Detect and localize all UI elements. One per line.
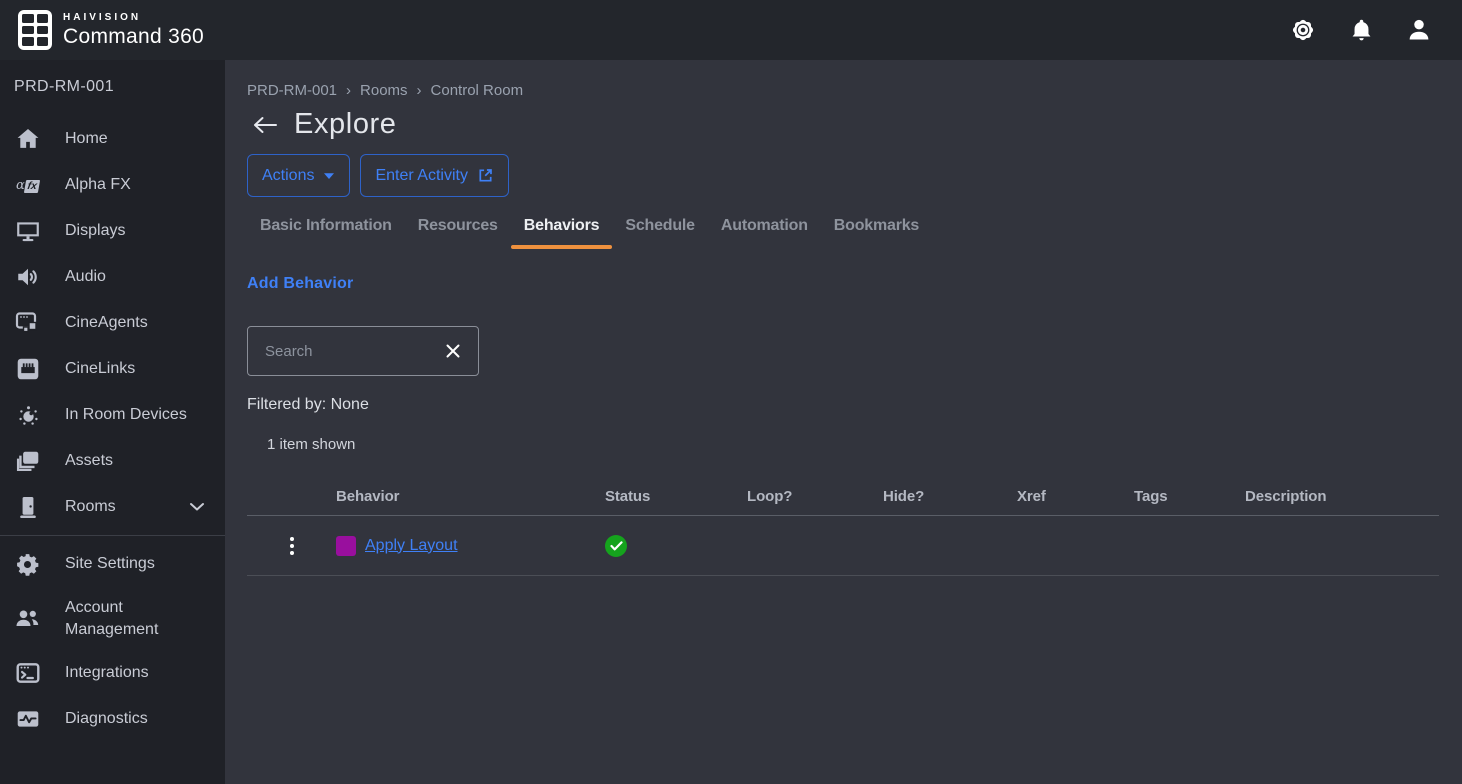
tab-resources[interactable]: Resources — [405, 209, 511, 249]
external-link-icon — [477, 167, 494, 184]
tab-bar: Basic Information Resources Behaviors Sc… — [247, 209, 1439, 249]
table-header-row: Behavior Status Loop? Hide? Xref Tags De… — [247, 478, 1439, 516]
back-arrow-icon — [252, 115, 278, 135]
behavior-color-swatch — [336, 536, 356, 556]
notifications-button[interactable] — [1346, 15, 1376, 45]
enter-activity-button[interactable]: Enter Activity — [360, 154, 508, 197]
back-button[interactable] — [250, 113, 280, 137]
cineagents-icon — [14, 310, 41, 336]
tab-schedule[interactable]: Schedule — [612, 209, 708, 249]
chevron-down-icon — [189, 502, 211, 512]
column-header-status: Status — [605, 488, 747, 505]
filtered-by-text: Filtered by: None — [247, 396, 1439, 414]
status-enabled-check-icon — [605, 535, 627, 557]
gear-icon — [1288, 15, 1318, 45]
alpha-fx-icon: αfx — [14, 178, 41, 193]
tab-basic-information[interactable]: Basic Information — [247, 209, 405, 249]
sidebar-item-alpha-fx[interactable]: αfx Alpha FX — [0, 162, 225, 208]
sidebar-item-account-management[interactable]: Account Management — [0, 587, 225, 650]
sidebar-item-home[interactable]: Home — [0, 116, 225, 162]
haivision-grid-icon — [18, 10, 52, 50]
breadcrumb-item-control-room[interactable]: Control Room — [431, 82, 524, 99]
caret-down-icon — [323, 172, 335, 180]
brand-logo[interactable]: HAIVISION Command 360 — [18, 10, 204, 50]
breadcrumb-item-rooms[interactable]: Rooms — [360, 82, 408, 99]
in-room-devices-icon — [14, 402, 41, 428]
sidebar-item-cineagents[interactable]: CineAgents — [0, 300, 225, 346]
sidebar-item-assets[interactable]: Assets — [0, 438, 225, 484]
home-icon — [14, 126, 41, 152]
sidebar-room-title: PRD-RM-001 — [0, 70, 225, 116]
bell-icon — [1348, 17, 1375, 44]
search-box — [247, 326, 479, 376]
table-row: Apply Layout — [247, 516, 1439, 576]
tab-behaviors[interactable]: Behaviors — [511, 209, 613, 249]
column-header-xref: Xref — [1017, 488, 1134, 505]
breadcrumb: PRD-RM-001 › Rooms › Control Room — [247, 82, 1439, 99]
assets-stack-icon — [14, 448, 41, 474]
sidebar-item-in-room-devices[interactable]: In Room Devices — [0, 392, 225, 438]
gear-icon — [14, 552, 41, 577]
items-shown-count: 1 item shown — [267, 436, 1439, 453]
sidebar-divider — [0, 535, 225, 536]
sidebar-item-displays[interactable]: Displays — [0, 208, 225, 254]
sidebar-item-cinelinks[interactable]: CineLinks — [0, 346, 225, 392]
breadcrumb-separator: › — [417, 82, 422, 99]
main-content: PRD-RM-001 › Rooms › Control Room Explor… — [225, 60, 1462, 784]
person-icon — [1405, 16, 1433, 44]
sidebar-item-site-settings[interactable]: Site Settings — [0, 541, 225, 587]
sidebar-item-diagnostics[interactable]: Diagnostics — [0, 696, 225, 742]
clear-search-button[interactable] — [443, 341, 463, 361]
pulse-chart-icon — [14, 706, 41, 732]
brand-haivision-label: HAIVISION — [63, 12, 204, 23]
actions-button[interactable]: Actions — [247, 154, 350, 197]
search-input[interactable] — [263, 342, 435, 361]
page-title: Explore — [294, 108, 397, 141]
cinelinks-port-icon — [14, 356, 41, 382]
close-icon — [445, 343, 461, 359]
door-icon — [14, 494, 41, 520]
column-header-description: Description — [1245, 488, 1439, 505]
sidebar-item-audio[interactable]: Audio — [0, 254, 225, 300]
sidebar-item-integrations[interactable]: Integrations — [0, 650, 225, 696]
column-header-behavior: Behavior — [336, 488, 605, 505]
top-bar: HAIVISION Command 360 — [0, 0, 1462, 60]
row-menu-kebab-icon[interactable] — [247, 537, 336, 555]
behavior-link-apply-layout[interactable]: Apply Layout — [365, 537, 458, 555]
behaviors-table: Behavior Status Loop? Hide? Xref Tags De… — [247, 478, 1439, 576]
tab-automation[interactable]: Automation — [708, 209, 821, 249]
breadcrumb-separator: › — [346, 82, 351, 99]
breadcrumb-item-room[interactable]: PRD-RM-001 — [247, 82, 337, 99]
brand-command360-label: Command 360 — [63, 25, 204, 48]
user-account-button[interactable] — [1404, 15, 1434, 45]
sidebar-item-rooms[interactable]: Rooms — [0, 484, 225, 530]
column-header-tags: Tags — [1134, 488, 1245, 505]
terminal-icon — [14, 660, 41, 686]
sidebar: PRD-RM-001 Home αfx Alpha FX Displays — [0, 60, 225, 784]
add-behavior-link[interactable]: Add Behavior — [247, 275, 353, 293]
column-header-hide: Hide? — [883, 488, 1017, 505]
speaker-icon — [14, 264, 41, 290]
users-icon — [14, 606, 41, 631]
tab-bookmarks[interactable]: Bookmarks — [821, 209, 932, 249]
column-header-loop: Loop? — [747, 488, 883, 505]
settings-gear-button[interactable] — [1288, 15, 1318, 45]
display-icon — [14, 218, 41, 244]
